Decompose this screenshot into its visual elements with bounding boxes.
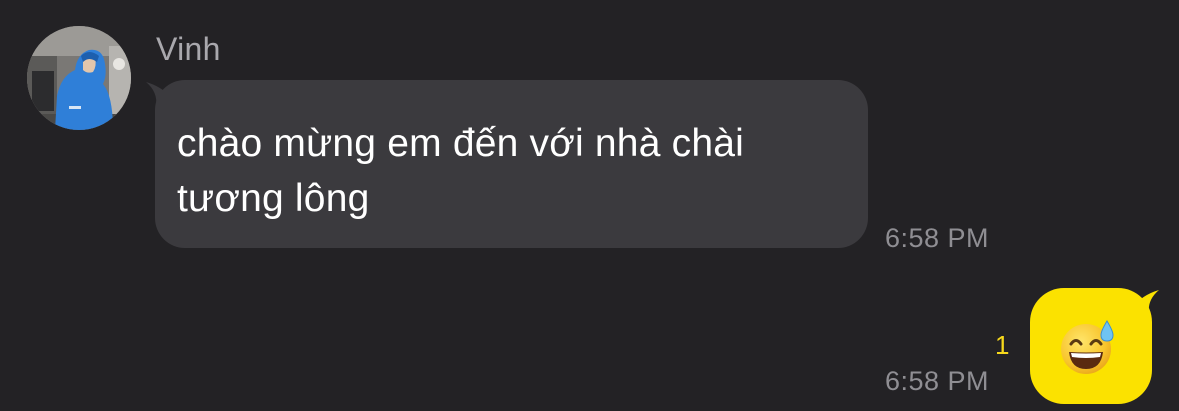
chat-view: Vinh chào mừng em đến với nhà chài tương… bbox=[0, 0, 1179, 411]
grinning-face-with-sweat-emoji-icon bbox=[1061, 320, 1114, 374]
sender-name: Vinh bbox=[156, 31, 221, 67]
incoming-message-time: 6:58 PM bbox=[885, 223, 990, 253]
outgoing-message-bubble[interactable] bbox=[1030, 288, 1159, 404]
avatar[interactable] bbox=[27, 26, 131, 130]
incoming-message-bubble[interactable]: chào mừng em đến với nhà chài tương lông bbox=[146, 80, 868, 248]
profile-photo-icon bbox=[27, 26, 131, 130]
bubble-tail-left bbox=[146, 82, 170, 106]
unread-count: 1 bbox=[995, 330, 1010, 360]
incoming-message-text: chào mừng em đến với nhà chài tương lông bbox=[177, 122, 744, 220]
bubble-tail-right bbox=[1135, 290, 1159, 314]
outgoing-message-time: 6:58 PM bbox=[885, 366, 990, 396]
